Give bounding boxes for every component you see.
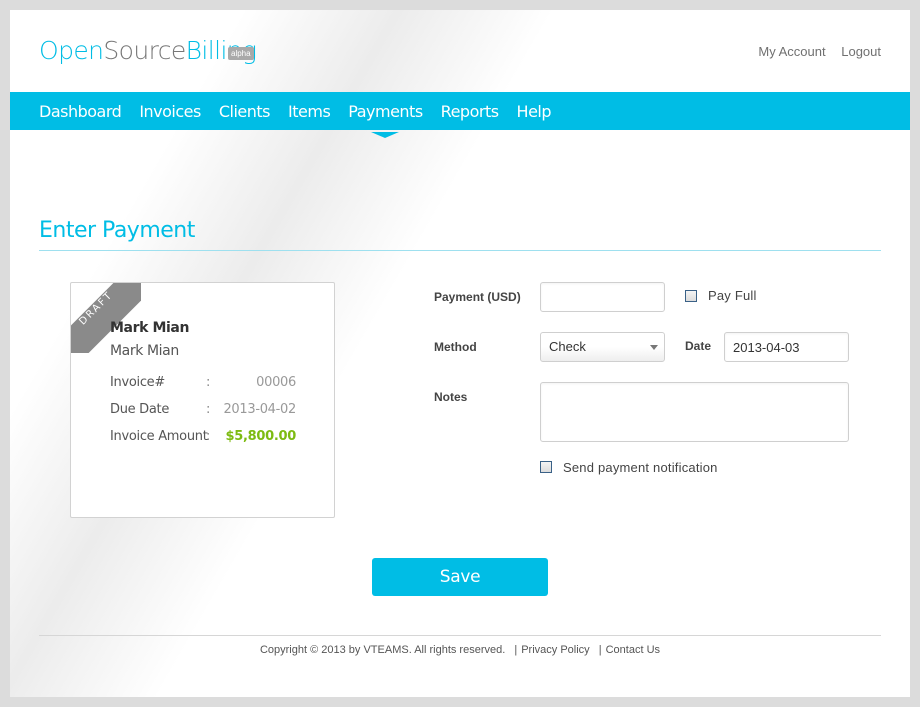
invoice-number-label: Invoice# <box>110 375 165 390</box>
client-company: Mark Mian <box>110 343 179 359</box>
title-divider <box>39 250 881 251</box>
colon: : <box>206 402 211 417</box>
save-button[interactable]: Save <box>372 558 548 596</box>
method-selected-value: Check <box>549 339 586 354</box>
date-label: Date <box>685 339 712 353</box>
copyright-text: Copyright © 2013 by VTEAMS. All rights r… <box>259 644 506 656</box>
nav-item-invoices[interactable]: Invoices <box>139 102 201 121</box>
logo-part-source: Source <box>103 36 186 65</box>
invoice-amount-value: $5,800.00 <box>225 429 297 444</box>
send-notification-label: Send payment notification <box>563 460 718 475</box>
nav-item-reports[interactable]: Reports <box>441 102 499 121</box>
main-nav: Dashboard Invoices Clients Items Payment… <box>10 92 910 138</box>
alpha-badge: alpha <box>228 47 254 60</box>
client-name: Mark Mian <box>110 320 190 336</box>
invoice-amount-label: Invoice Amount <box>110 429 208 444</box>
nav-item-payments[interactable]: Payments <box>348 102 423 138</box>
footer-separator: | <box>514 644 518 656</box>
send-notification-checkbox[interactable] <box>540 461 552 473</box>
invoice-number-value: 00006 <box>256 375 296 390</box>
pay-full-label: Pay Full <box>708 288 757 303</box>
chevron-down-icon <box>650 345 658 350</box>
top-links: My Account Logout <box>746 44 881 59</box>
app-logo[interactable]: OpenSourceBilling <box>39 36 257 65</box>
nav-item-dashboard[interactable]: Dashboard <box>39 102 122 121</box>
my-account-link[interactable]: My Account <box>758 44 825 59</box>
nav-item-items[interactable]: Items <box>288 102 331 121</box>
colon: : <box>206 375 211 390</box>
due-date-label: Due Date <box>110 402 170 417</box>
logout-link[interactable]: Logout <box>841 44 881 59</box>
pay-full-checkbox[interactable] <box>685 290 697 302</box>
invoice-summary-card: DRAFT Mark Mian Mark Mian Invoice# : 000… <box>70 282 335 518</box>
page-title: Enter Payment <box>39 218 195 243</box>
page: OpenSourceBilling alpha My Account Logou… <box>10 10 910 697</box>
due-date-value: 2013-04-02 <box>223 402 296 417</box>
nav-item-help[interactable]: Help <box>517 102 552 121</box>
notes-textarea[interactable] <box>540 382 849 442</box>
colon: : <box>206 429 211 444</box>
contact-us-link[interactable]: Contact Us <box>606 644 660 656</box>
footer-divider <box>39 635 881 636</box>
payment-amount-label: Payment (USD) <box>434 290 521 304</box>
method-label: Method <box>434 340 477 354</box>
payment-amount-input[interactable] <box>540 282 665 312</box>
date-input[interactable] <box>724 332 849 362</box>
notes-label: Notes <box>434 390 468 404</box>
nav-item-clients[interactable]: Clients <box>219 102 271 121</box>
logo-part-open: Open <box>39 36 104 65</box>
privacy-policy-link[interactable]: Privacy Policy <box>521 644 589 656</box>
footer-separator: | <box>598 644 602 656</box>
method-select[interactable]: Check <box>540 332 665 362</box>
footer: Copyright © 2013 by VTEAMS. All rights r… <box>10 644 910 656</box>
